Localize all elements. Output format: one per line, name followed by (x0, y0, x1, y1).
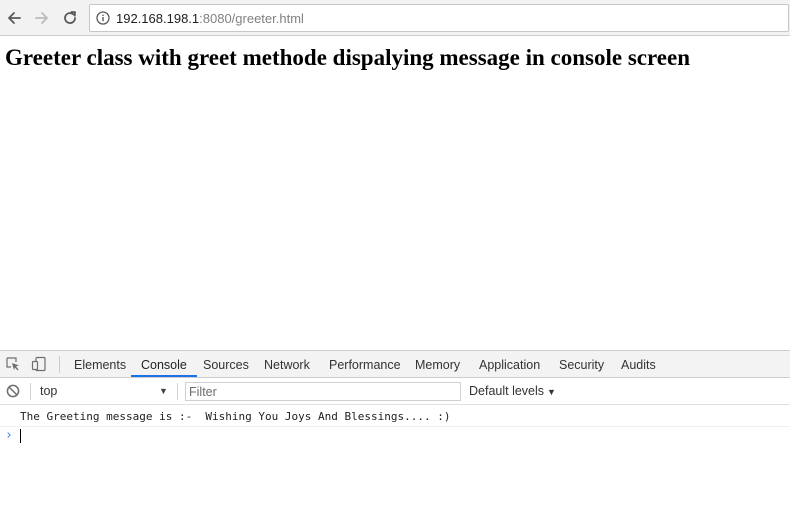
console-prompt[interactable]: › (0, 427, 790, 447)
forward-arrow-icon[interactable] (30, 6, 54, 30)
tab-memory[interactable]: Memory (415, 351, 460, 377)
browser-toolbar: 192.168.198.1:8080/greeter.html (0, 0, 790, 36)
log-levels-dropdown[interactable]: Default levels ▼ (469, 384, 556, 400)
console-toolbar: top ▼ Default levels▼ (0, 378, 790, 405)
tab-console[interactable]: Console (131, 351, 197, 377)
info-icon[interactable] (96, 11, 110, 25)
tab-audits[interactable]: Audits (621, 351, 656, 377)
tab-elements[interactable]: Elements (74, 351, 126, 377)
prompt-chevron-icon: › (5, 428, 13, 443)
clear-console-icon[interactable] (6, 384, 20, 398)
console-message: The Greeting message is :- Wishing You J… (0, 405, 790, 427)
tab-network[interactable]: Network (264, 351, 310, 377)
tab-application[interactable]: Application (479, 351, 540, 377)
page-heading: Greeter class with greet methode dispaly… (5, 45, 691, 70)
console-message-text: The Greeting message is :- Wishing You J… (20, 410, 451, 423)
devtools-tabbar: Elements Console Sources Network Perform… (0, 351, 790, 378)
console-filter-input[interactable] (185, 382, 461, 401)
chevron-down-icon[interactable]: ▼ (159, 385, 168, 397)
tab-security[interactable]: Security (559, 351, 604, 377)
log-levels-label: Default levels (469, 384, 545, 398)
toolbar-divider (59, 356, 60, 373)
chevron-down-icon: ▼ (547, 387, 556, 397)
address-bar[interactable]: 192.168.198.1:8080/greeter.html (89, 4, 789, 32)
reload-icon[interactable] (58, 6, 82, 30)
inspect-element-icon[interactable] (5, 356, 21, 372)
url-host: 192.168.198.1 (116, 11, 200, 26)
url-path: :8080/greeter.html (199, 11, 304, 26)
devtools-panel: Elements Console Sources Network Perform… (0, 350, 790, 522)
tab-sources[interactable]: Sources (203, 351, 249, 377)
back-arrow-icon[interactable] (2, 6, 26, 30)
device-toolbar-icon[interactable] (31, 356, 47, 372)
tab-performance[interactable]: Performance (329, 351, 401, 377)
url-text: 192.168.198.1:8080/greeter.html (116, 11, 304, 27)
context-selector[interactable]: top (40, 384, 57, 399)
toolbar-divider (177, 383, 178, 400)
toolbar-divider (30, 383, 31, 400)
text-caret (20, 429, 21, 443)
